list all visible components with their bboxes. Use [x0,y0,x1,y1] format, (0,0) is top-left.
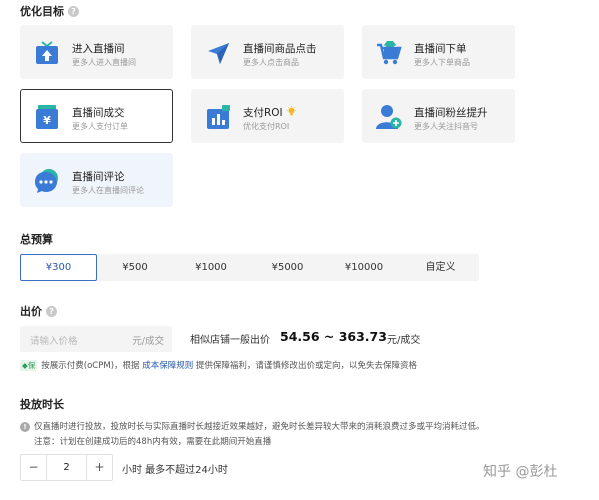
budget-option-5000[interactable]: ¥5000 [249,254,326,281]
reference-bid-range: 54.56 ~ 363.73 [280,329,387,344]
option-title: 进入直播间 [72,43,125,55]
watermark: 知乎 @彭杜 [483,464,558,480]
cursor-click-icon [208,43,229,64]
option-subtitle: 更多人进入直播间 [72,58,136,67]
option-deal[interactable]: ¥ 直播间成交 更多人支付订单 [20,89,173,143]
option-roi[interactable]: 支付ROI 优化支付ROI [191,89,344,143]
duration-unit-label: 小时 最多不超过24小时 [122,465,228,476]
guarantee-badge-text: 保 [27,361,36,370]
duration-stepper: − 2 + [20,454,113,481]
bid-title: 出价 [20,305,42,318]
option-subtitle: 更多人关注抖音号 [414,122,478,131]
decrement-button[interactable]: − [21,455,47,480]
increment-button[interactable]: + [86,455,112,480]
optimize-title: 优化目标 [20,5,64,18]
option-title: 直播间粉丝提升 [414,107,488,119]
budget-selector: ¥300 ¥500 ¥1000 ¥5000 ¥10000 自定义 [20,254,479,281]
help-icon[interactable]: ? [46,306,57,317]
budget-option-custom[interactable]: 自定义 [402,254,479,281]
guarantee-shield-icon: ◆保 [20,360,38,371]
option-follower[interactable]: 直播间粉丝提升 更多人关注抖音号 [362,89,515,143]
bid-price-input[interactable]: 请输入价格 元/成交 [20,326,172,352]
comment-bubble-icon [35,169,58,193]
duration-attention: 注意：计划在创建成功后的48h内有效，需要在此期间开始直播 [34,437,272,447]
guarantee-note: ◆保 按展示付费(oCPM)，根据 成本保障规则 提供保障福利，请谨慎修改出价或定… [20,359,417,371]
info-icon: ! [20,422,30,432]
option-subtitle: 更多人支付订单 [72,122,128,131]
help-icon[interactable]: ? [68,6,79,17]
duration-note-text: 仅直播时进行投放，投放时长与实际直播时长越接近效果越好，避免时长差异较大带来的消… [34,422,485,432]
option-title: 直播间商品点击 [243,43,317,55]
option-product-click[interactable]: 直播间商品点击 更多人点击商品 [191,25,344,79]
enter-room-icon [36,41,58,64]
option-subtitle: 优化支付ROI [243,122,290,131]
roi-chart-icon [207,105,230,129]
option-title: 支付ROI [243,105,297,120]
lightbulb-icon [286,106,296,116]
cart-icon [377,41,402,65]
budget-option-500[interactable]: ¥500 [97,254,173,281]
budget-option-10000[interactable]: ¥10000 [326,254,402,281]
option-enter-room[interactable]: 进入直播间 更多人进入直播间 [20,25,173,79]
guarantee-text-after: 提供保障福利，请谨慎修改出价或定向，以免失去保障资格 [193,361,417,371]
budget-option-1000[interactable]: ¥1000 [173,254,249,281]
bid-price-unit: 元/成交 [132,336,164,347]
option-title: 直播间下单 [414,43,467,55]
svg-text:¥: ¥ [43,114,51,127]
option-comment[interactable]: 直播间评论 更多人在直播间评论 [20,153,173,207]
option-subtitle: 更多人在直播间评论 [72,186,144,195]
bid-section-title: 出价? [20,303,57,319]
option-title: 直播间成交 [72,107,125,119]
option-subtitle: 更多人下单商品 [414,58,470,67]
option-title-text: 支付ROI [243,107,283,119]
option-subtitle: 更多人点击商品 [243,58,299,67]
wallet-yen-icon: ¥ [36,105,58,129]
option-title: 直播间评论 [72,171,125,183]
bid-price-placeholder: 请输入价格 [30,336,78,347]
guarantee-text-before: 按展示付费(oCPM)，根据 [41,361,143,371]
add-follower-icon [376,105,402,129]
duration-title: 投放时长 [20,398,64,411]
reference-bid-unit: 元/成交 [387,335,421,346]
duration-value[interactable]: 2 [47,455,86,480]
budget-title: 总预算 [20,233,53,246]
budget-option-300[interactable]: ¥300 [20,254,97,281]
optimize-section-title: 优化目标? [20,3,79,19]
option-place-order[interactable]: 直播间下单 更多人下单商品 [362,25,515,79]
guarantee-rule-link[interactable]: 成本保障规则 [142,361,193,371]
reference-bid-label: 相似店铺一般出价 [190,335,270,346]
duration-note: ! 仅直播时进行投放，投放时长与实际直播时长越接近效果越好，避免时长差异较大带来的… [20,420,485,432]
